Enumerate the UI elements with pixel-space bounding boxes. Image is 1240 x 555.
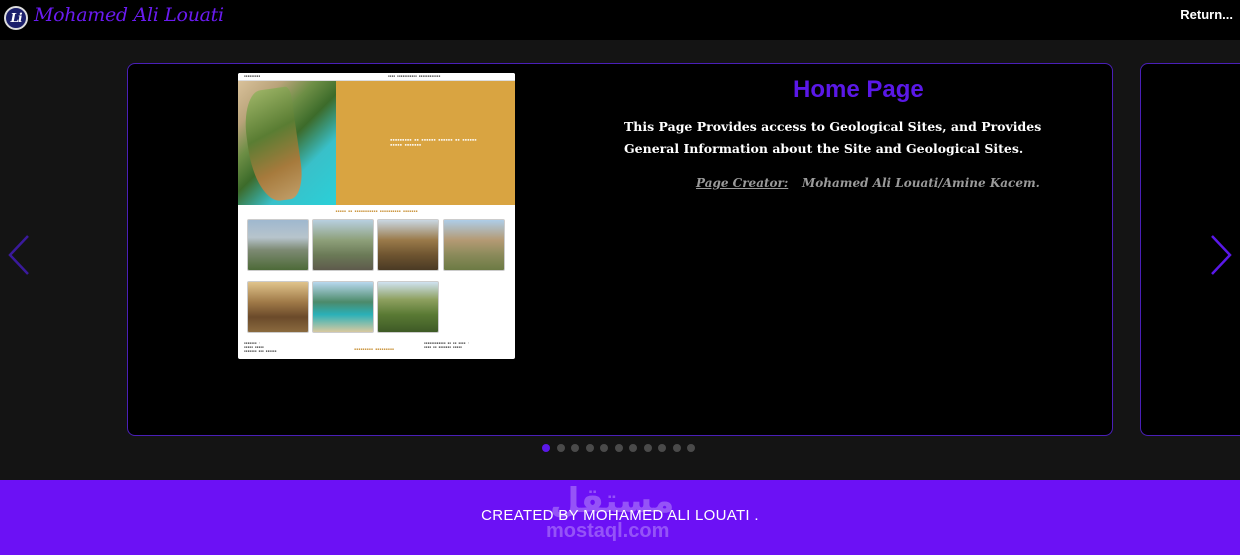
- chevron-right-icon[interactable]: [1206, 230, 1236, 280]
- logo-icon[interactable]: Li: [4, 6, 28, 30]
- screenshot-subtitle: ▪▪▪▪▪ ▪▪ ▪▪▪▪▪▪▪▪▪▪▪ ▪▪▪▪▪▪▪▪▪▪ ▪▪▪▪▪▪▪: [335, 209, 418, 213]
- pagination-dot[interactable]: [600, 444, 608, 452]
- creator-label: Page Creator:: [696, 176, 789, 190]
- pagination-dot[interactable]: [687, 444, 695, 452]
- pagination-dot[interactable]: [571, 444, 579, 452]
- screenshot-thumb: [312, 281, 374, 333]
- creator-value: Mohamed Ali Louati/Amine Kacem.: [802, 176, 1040, 190]
- screenshot-footer-right: ▪▪▪▪▪▪▪▪▪▪▪▪ ▪▪ ▪▪ ▪▪▪▪ : ▪▪▪▪ ▪▪ ▪▪▪▪▪▪▪…: [424, 341, 470, 349]
- screenshot-footer-mid: ▪▪▪▪▪▪▪▪▪ ▪▪▪▪▪▪▪▪▪: [354, 347, 395, 351]
- top-bar: Li Mohamed Ali Louati Return...: [0, 0, 1240, 40]
- return-link[interactable]: Return...: [1180, 7, 1233, 22]
- pagination-dot[interactable]: [556, 444, 565, 452]
- pagination-dot[interactable]: [658, 444, 666, 452]
- screenshot-thumb: [377, 281, 439, 333]
- footer-credit: CREATED BY MOHAMED ALI LOUATI .: [481, 507, 759, 524]
- carousel: ▪▪▪▪▪▪▪▪▪ ▪▪▪▪ ▪▪▪▪▪▪▪▪▪▪▪ ▪▪▪▪▪▪▪▪▪▪▪▪ …: [0, 40, 1240, 480]
- screenshot-thumb: [247, 219, 309, 271]
- screenshot-map-image: [238, 81, 336, 205]
- slide-description: This Page Provides access to Geological …: [624, 119, 1042, 156]
- page-screenshot: ▪▪▪▪▪▪▪▪▪ ▪▪▪▪ ▪▪▪▪▪▪▪▪▪▪▪ ▪▪▪▪▪▪▪▪▪▪▪▪ …: [238, 73, 515, 359]
- screenshot-thumb: [443, 219, 505, 271]
- screenshot-thumb: [377, 219, 439, 271]
- carousel-pagination: [542, 444, 695, 454]
- logo-initials: Li: [10, 11, 23, 25]
- screenshot-thumb: [247, 281, 309, 333]
- screenshot-banner: ▪▪▪▪▪▪▪▪▪ ▪▪ ▪▪▪▪▪▪ ▪▪▪▪▪▪ ▪▪ ▪▪▪▪▪▪ ▪▪▪…: [336, 81, 515, 205]
- brand-name[interactable]: Mohamed Ali Louati: [34, 4, 224, 26]
- pagination-dot[interactable]: [643, 444, 652, 452]
- screenshot-footer-left: ▪▪▪▪▪▪▪ : ▪▪▪▪▪ ▪▪▪▪▪ ▪▪▪▪▪▪▪ ▪▪▪ ▪▪▪▪▪▪: [244, 341, 277, 353]
- screenshot-nav: ▪▪▪▪▪▪▪▪▪ ▪▪▪▪ ▪▪▪▪▪▪▪▪▪▪▪ ▪▪▪▪▪▪▪▪▪▪▪▪: [238, 73, 515, 81]
- pagination-dot[interactable]: [672, 444, 681, 452]
- chevron-left-icon[interactable]: [4, 230, 34, 280]
- footer: مستقل mostaql.com CREATED BY MOHAMED ALI…: [0, 480, 1240, 555]
- slide-title: Home Page: [793, 76, 924, 103]
- screenshot-thumb: [312, 219, 374, 271]
- pagination-dot[interactable]: [542, 444, 550, 452]
- carousel-slide: ▪▪▪▪▪▪▪▪▪ ▪▪▪▪ ▪▪▪▪▪▪▪▪▪▪▪ ▪▪▪▪▪▪▪▪▪▪▪▪ …: [127, 63, 1113, 436]
- pagination-dot[interactable]: [585, 444, 594, 452]
- pagination-dot[interactable]: [629, 444, 637, 452]
- pagination-dot[interactable]: [614, 444, 623, 452]
